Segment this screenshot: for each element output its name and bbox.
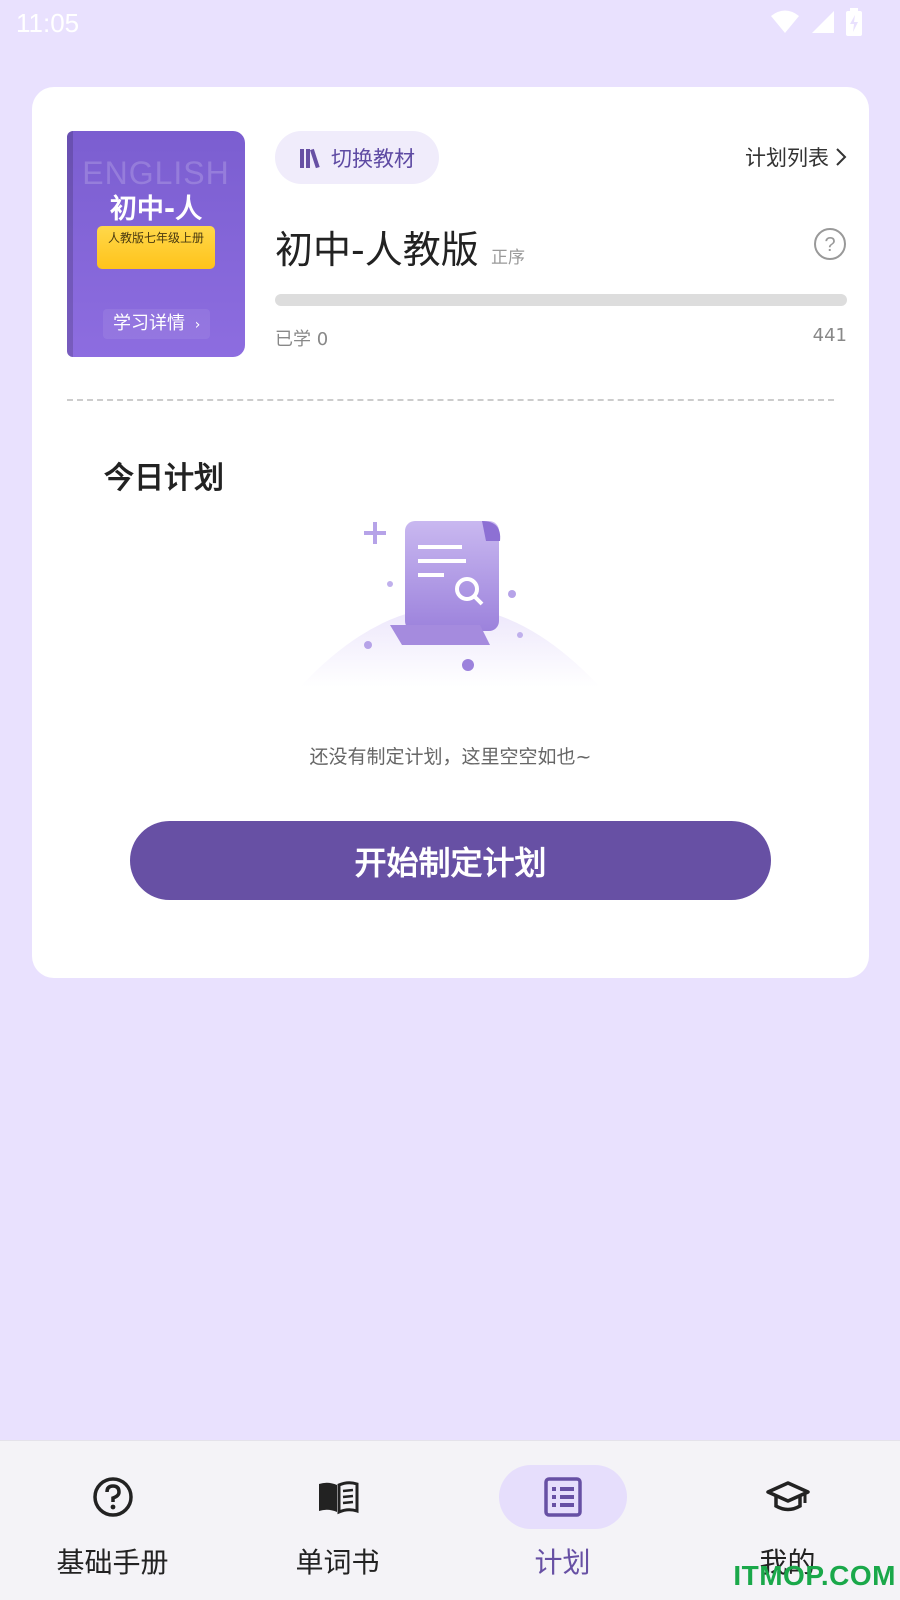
- nav-label-handbook: 基础手册: [56, 1546, 169, 1579]
- book-cover-title: 初中-人: [109, 194, 203, 225]
- wifi-icon: [771, 10, 799, 33]
- watermark-text: ITMOP.COM: [733, 1560, 896, 1591]
- plan-list-label: 计划列表: [745, 146, 829, 170]
- book-name: 初中-人教版: [275, 228, 479, 272]
- progress-bar: [275, 294, 847, 306]
- chevron-right-icon: [836, 148, 847, 166]
- status-bar: 11:05: [0, 0, 900, 52]
- order-tag: 正序: [491, 248, 525, 268]
- svg-text:?: ?: [824, 234, 835, 256]
- nav-label-wordbook: 单词书: [295, 1546, 380, 1579]
- books-icon: [300, 148, 320, 168]
- battery-icon: [846, 8, 862, 36]
- nav-item-plan[interactable]: 计划: [450, 1441, 675, 1600]
- empty-scroll-illustration: [300, 521, 600, 687]
- start-plan-button[interactable]: 开始制定计划: [130, 821, 771, 900]
- help-icon[interactable]: ?: [813, 227, 847, 261]
- chevron-right-icon: ›: [194, 317, 201, 333]
- study-detail-link[interactable]: 学习详情 ›: [103, 309, 211, 339]
- signal-icon: [812, 11, 834, 33]
- book-cover-tag: 人教版七年级上册: [97, 226, 215, 269]
- help-circle-icon: [92, 1477, 133, 1517]
- graduation-cap-icon: [765, 1481, 810, 1512]
- learned-count: 已学 0: [275, 329, 329, 350]
- divider: [67, 399, 834, 401]
- status-icons: [770, 8, 862, 36]
- switch-textbook-label: 切换教材: [331, 146, 415, 171]
- switch-textbook-button[interactable]: 切换教材: [275, 131, 439, 184]
- nav-item-handbook[interactable]: 基础手册: [0, 1441, 225, 1600]
- empty-plan-text: 还没有制定计划，这里空空如也~: [309, 746, 592, 768]
- total-count: 441: [812, 325, 847, 346]
- nav-label-plan: 计划: [534, 1546, 591, 1579]
- nav-item-wordbook[interactable]: 单词书: [225, 1441, 450, 1600]
- plan-list-link[interactable]: 计划列表: [745, 142, 847, 172]
- study-detail-label: 学习详情: [113, 313, 185, 334]
- plan-card: ENGLISH 初中-人 人教版七年级上册 学习详情 › 切换教材 计划列表 初…: [32, 87, 869, 978]
- status-time: 11:05: [16, 8, 80, 38]
- list-icon: [543, 1477, 582, 1517]
- book-cover[interactable]: ENGLISH 初中-人 人教版七年级上册 学习详情 ›: [67, 131, 245, 357]
- open-book-icon: [318, 1481, 358, 1515]
- today-plan-title: 今日计划: [104, 461, 224, 496]
